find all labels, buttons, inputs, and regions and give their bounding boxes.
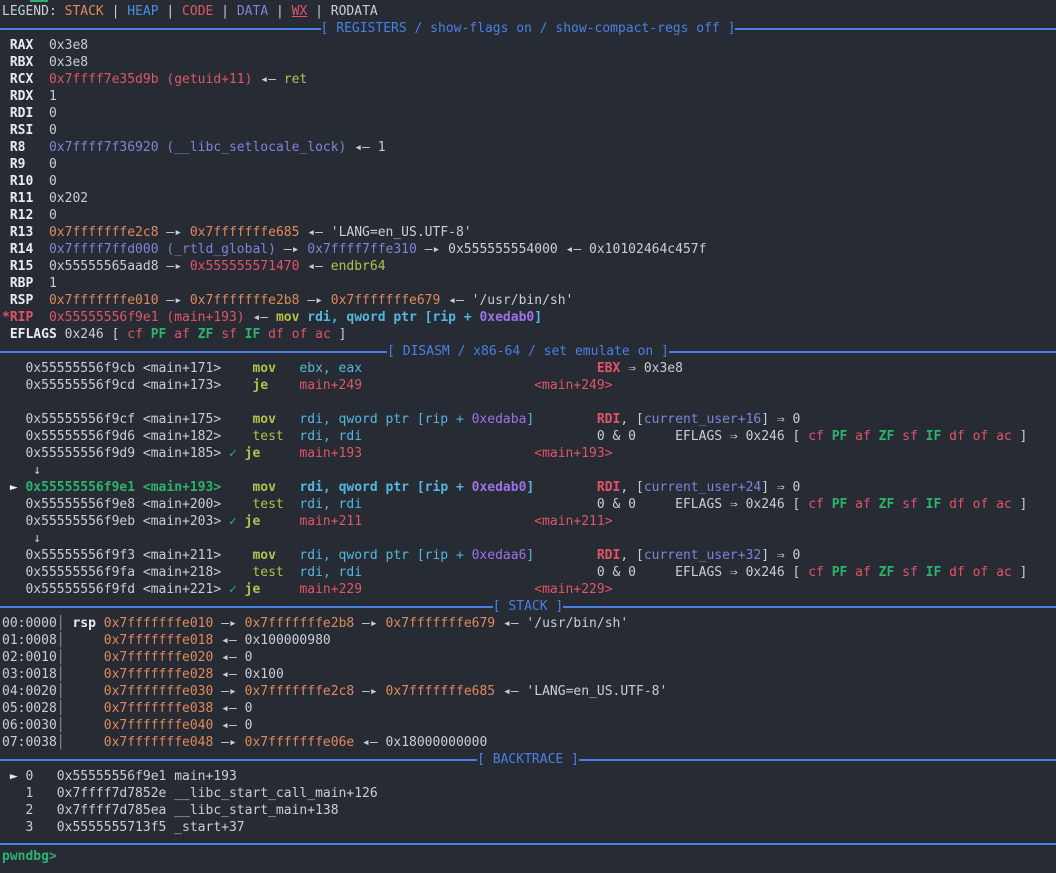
register-row-r11: R11 0x202 bbox=[0, 190, 1056, 207]
cutoff-text-fragment bbox=[30, 0, 48, 2]
backtrace-frame-1: 1 0x7ffff7d7852e __libc_start_call_main+… bbox=[0, 785, 1056, 802]
register-row-r15: R15 0x55555565aad8 —▸ 0x555555571470 ◂— … bbox=[0, 258, 1056, 275]
stack-row-03: 03:0018│ 0x7fffffffe028 ◂— 0x100 bbox=[0, 666, 1056, 683]
register-row-eflags: EFLAGS 0x246 [ cf PF af ZF sf IF df of a… bbox=[0, 326, 1056, 343]
stack-row-04: 04:0020│ 0x7fffffffe030 —▸ 0x7fffffffe2c… bbox=[0, 683, 1056, 700]
section-title-stack: [ STACK ] bbox=[493, 598, 563, 615]
disasm-row-main193-current: ► 0x55555556f9e1 <main+193> mov rdi, qwo… bbox=[0, 479, 1056, 496]
section-title-disasm: [ DISASM / x86-64 / set emulate on ] bbox=[387, 343, 669, 360]
disasm-row-blank bbox=[0, 394, 1056, 411]
stack-row-01: 01:0008│ 0x7fffffffe018 ◂— 0x100000980 bbox=[0, 632, 1056, 649]
disasm-row-main171: 0x55555556f9cb <main+171> mov ebx, eax E… bbox=[0, 360, 1056, 377]
disasm-row-main175: 0x55555556f9cf <main+175> mov rdi, qword… bbox=[0, 411, 1056, 428]
disasm-row-main182: 0x55555556f9d6 <main+182> test rdi, rdi … bbox=[0, 428, 1056, 445]
section-title-registers: [ REGISTERS / show-flags on / show-compa… bbox=[321, 20, 736, 37]
prompt-label: pwndbg> bbox=[2, 849, 57, 864]
disasm-row-main211: 0x55555556f9f3 <main+211> mov rdi, qword… bbox=[0, 547, 1056, 564]
stack-row-06: 06:0030│ 0x7fffffffe040 ◂— 0 bbox=[0, 717, 1056, 734]
stack-row-07: 07:0038│ 0x7fffffffe048 —▸ 0x7fffffffe06… bbox=[0, 734, 1056, 751]
disasm-row-main203: 0x55555556f9eb <main+203> ✓ je main+211 … bbox=[0, 513, 1056, 530]
register-row-rcx: RCX 0x7ffff7e35d9b (getuid+11) ◂— ret bbox=[0, 71, 1056, 88]
register-row-rip: *RIP 0x55555556f9e1 (main+193) ◂— mov rd… bbox=[0, 309, 1056, 326]
disasm-row-main173: 0x55555556f9cd <main+173> je main+249 <m… bbox=[0, 377, 1056, 394]
section-title-backtrace: [ BACKTRACE ] bbox=[477, 751, 579, 768]
backtrace-frame-0: ► 0 0x55555556f9e1 main+193 bbox=[0, 768, 1056, 785]
prompt-separator bbox=[0, 843, 1056, 845]
register-row-r9: R9 0 bbox=[0, 156, 1056, 173]
register-row-r10: R10 0 bbox=[0, 173, 1056, 190]
section-header-stack: [ STACK ] bbox=[0, 598, 1056, 615]
command-prompt[interactable]: pwndbg> bbox=[0, 848, 1056, 865]
disasm-row-flow-arrow-2: ↓ bbox=[0, 530, 1056, 547]
backtrace-frame-2: 2 0x7ffff7d785ea __libc_start_main+138 bbox=[0, 802, 1056, 819]
register-row-rdx: RDX 1 bbox=[0, 88, 1056, 105]
disasm-row-main185: 0x55555556f9d9 <main+185> ✓ je main+193 … bbox=[0, 445, 1056, 462]
register-row-r8: R8 0x7ffff7f36920 (__libc_setlocale_lock… bbox=[0, 139, 1056, 156]
disasm-row-main200: 0x55555556f9e8 <main+200> test rdi, rdi … bbox=[0, 496, 1056, 513]
stack-row-02: 02:0010│ 0x7fffffffe020 ◂— 0 bbox=[0, 649, 1056, 666]
legend-line: LEGEND: STACK | HEAP | CODE | DATA | WX … bbox=[0, 3, 1056, 20]
section-header-backtrace: [ BACKTRACE ] bbox=[0, 751, 1056, 768]
register-row-rbx: RBX 0x3e8 bbox=[0, 54, 1056, 71]
stack-row-00: 00:0000│ rsp 0x7fffffffe010 —▸ 0x7ffffff… bbox=[0, 615, 1056, 632]
register-row-rax: RAX 0x3e8 bbox=[0, 37, 1056, 54]
disasm-row-flow-arrow-1: ↓ bbox=[0, 462, 1056, 479]
register-row-rsp: RSP 0x7fffffffe010 —▸ 0x7fffffffe2b8 —▸ … bbox=[0, 292, 1056, 309]
pwndbg-terminal: LEGEND: STACK | HEAP | CODE | DATA | WX … bbox=[0, 0, 1056, 873]
register-row-rsi: RSI 0 bbox=[0, 122, 1056, 139]
register-row-r12: R12 0 bbox=[0, 207, 1056, 224]
backtrace-frame-3: 3 0x5555555713f5 _start+37 bbox=[0, 819, 1056, 836]
register-row-rbp: RBP 1 bbox=[0, 275, 1056, 292]
register-row-rdi: RDI 0 bbox=[0, 105, 1056, 122]
section-header-registers: [ REGISTERS / show-flags on / show-compa… bbox=[0, 20, 1056, 37]
terminal-output: LEGEND: STACK | HEAP | CODE | DATA | WX … bbox=[0, 3, 1056, 836]
disasm-row-main218: 0x55555556f9fa <main+218> test rdi, rdi … bbox=[0, 564, 1056, 581]
section-header-disasm: [ DISASM / x86-64 / set emulate on ] bbox=[0, 343, 1056, 360]
register-row-r13: R13 0x7fffffffe2c8 —▸ 0x7fffffffe685 ◂— … bbox=[0, 224, 1056, 241]
disasm-row-main221: 0x55555556f9fd <main+221> ✓ je main+229 … bbox=[0, 581, 1056, 598]
register-row-r14: R14 0x7ffff7ffd000 (_rtld_global) —▸ 0x7… bbox=[0, 241, 1056, 258]
stack-row-05: 05:0028│ 0x7fffffffe038 ◂— 0 bbox=[0, 700, 1056, 717]
